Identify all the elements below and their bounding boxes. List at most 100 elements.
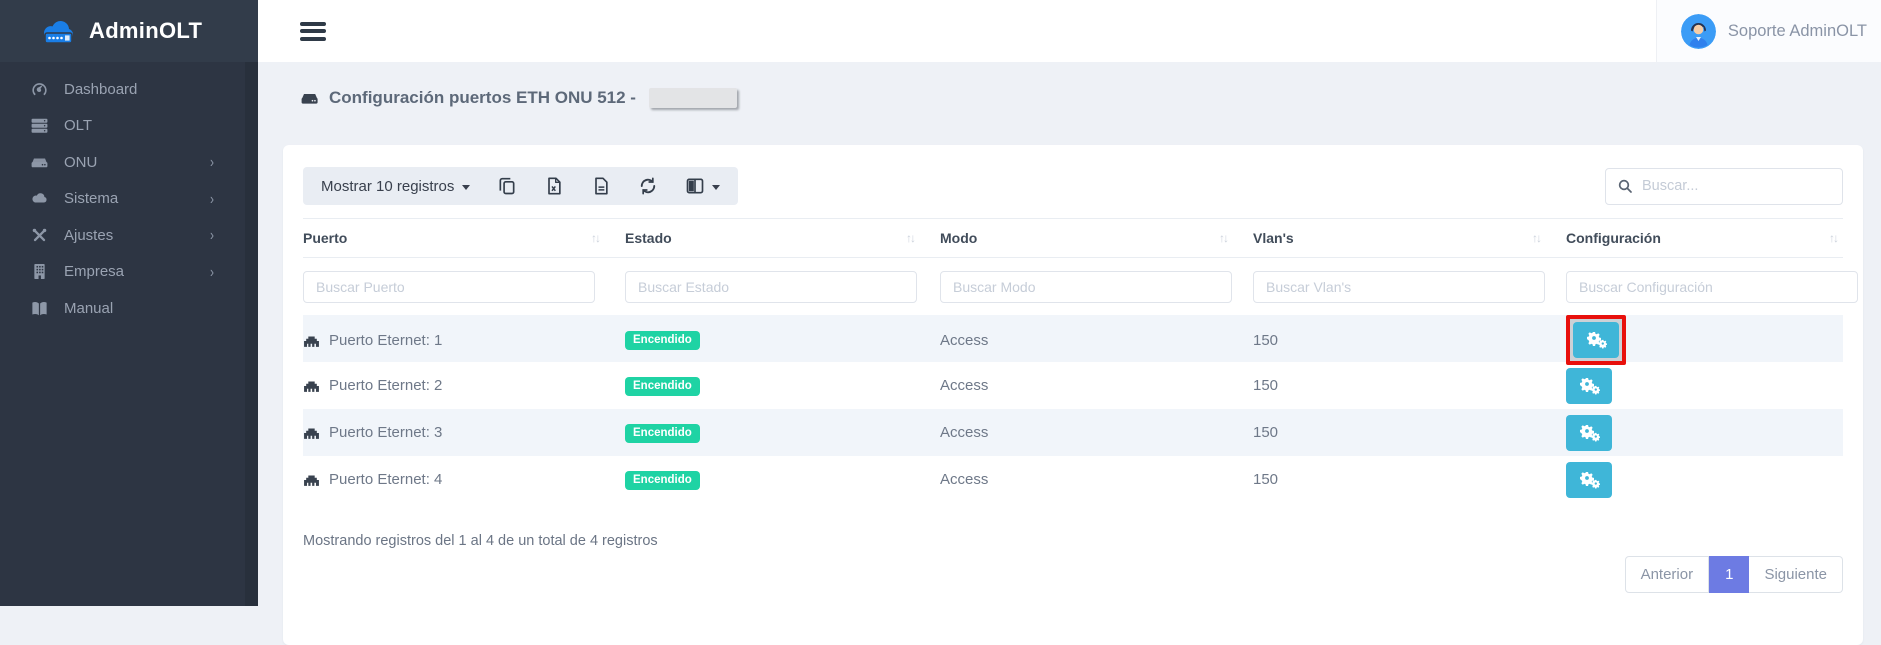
- configure-port-button[interactable]: [1566, 368, 1612, 404]
- mode-value: Access: [940, 377, 988, 394]
- configure-port-button[interactable]: [1573, 322, 1619, 358]
- sort-icon[interactable]: ↑↓: [1219, 231, 1227, 245]
- red-highlight-annotation: [1566, 315, 1626, 365]
- tools-icon: [30, 226, 49, 245]
- port-name: Puerto Eternet: 4: [329, 471, 442, 488]
- sidebar-item-manual[interactable]: Manual: [0, 290, 258, 327]
- sidebar: AdminOLT Dashboard OLT ONU › Sistema: [0, 0, 258, 606]
- table-row: Puerto Eternet: 3 Encendido Access 150: [303, 409, 1843, 456]
- vlan-value: 150: [1253, 377, 1278, 394]
- sidebar-toggle-button[interactable]: [300, 18, 326, 44]
- sidebar-item-label: Dashboard: [64, 81, 137, 98]
- pagination-previous-button[interactable]: Anterior: [1625, 556, 1710, 593]
- table-filter-row: [303, 258, 1843, 315]
- cogs-icon: [1578, 424, 1600, 442]
- copy-button[interactable]: [497, 176, 517, 196]
- chevron-down-icon: [712, 185, 720, 190]
- mode-value: Access: [940, 471, 988, 488]
- refresh-icon[interactable]: [638, 176, 658, 196]
- status-badge: Encendido: [625, 331, 700, 350]
- page-length-label: Mostrar 10 registros: [321, 178, 454, 195]
- port-name: Puerto Eternet: 2: [329, 377, 442, 394]
- ethernet-icon: [303, 425, 320, 440]
- sort-icon[interactable]: ↑↓: [591, 231, 599, 245]
- page-title: Configuración puertos ETH ONU 512 -: [300, 88, 1881, 108]
- mode-value: Access: [940, 424, 988, 441]
- ports-table: Puerto ↑↓ Estado ↑↓ Modo ↑↓ Vlan's ↑↓ Co…: [303, 218, 1843, 503]
- pagination: Anterior 1 Siguiente: [303, 556, 1843, 593]
- chevron-right-icon: ›: [210, 263, 214, 281]
- dashboard-icon: [30, 80, 49, 99]
- port-name: Puerto Eternet: 1: [329, 332, 442, 349]
- sort-icon[interactable]: ↑↓: [906, 231, 914, 245]
- cogs-icon: [1585, 331, 1607, 349]
- sidebar-item-sistema[interactable]: Sistema ›: [0, 181, 258, 218]
- filter-configuracion-input[interactable]: [1566, 271, 1858, 303]
- column-visibility-dropdown[interactable]: [685, 176, 720, 196]
- table-card: Mostrar 10 registros: [283, 145, 1863, 645]
- mode-value: Access: [940, 332, 988, 349]
- table-search: [1605, 168, 1843, 205]
- sidebar-item-label: ONU: [64, 154, 97, 171]
- user-menu[interactable]: Soporte AdminOLT: [1656, 0, 1881, 62]
- cloud-icon: [30, 189, 49, 208]
- sort-icon[interactable]: ↑↓: [1829, 231, 1837, 245]
- top-navbar: Soporte AdminOLT: [258, 0, 1881, 62]
- table-header-row: Puerto ↑↓ Estado ↑↓ Modo ↑↓ Vlan's ↑↓ Co…: [303, 218, 1843, 258]
- sidebar-item-label: Sistema: [64, 190, 118, 207]
- sidebar-item-onu[interactable]: ONU ›: [0, 144, 258, 181]
- sort-icon[interactable]: ↑↓: [1532, 231, 1540, 245]
- pagination-page-1-button[interactable]: 1: [1709, 556, 1749, 593]
- excel-export-button[interactable]: [544, 176, 564, 196]
- device-icon: [30, 153, 49, 172]
- device-icon: [300, 90, 320, 106]
- chevron-down-icon: [462, 185, 470, 190]
- vlan-value: 150: [1253, 332, 1278, 349]
- avatar: [1681, 14, 1716, 49]
- brand-logo[interactable]: AdminOLT: [0, 0, 258, 62]
- column-header-modo[interactable]: Modo ↑↓: [940, 230, 1253, 246]
- sidebar-item-empresa[interactable]: Empresa ›: [0, 254, 258, 291]
- status-badge: Encendido: [625, 424, 700, 443]
- datatable-toolbar: Mostrar 10 registros: [303, 167, 738, 205]
- filter-puerto-input[interactable]: [303, 271, 595, 303]
- column-header-puerto[interactable]: Puerto ↑↓: [303, 230, 625, 246]
- sidebar-item-label: Ajustes: [64, 227, 113, 244]
- sidebar-menu: Dashboard OLT ONU › Sistema › Aj: [0, 62, 258, 327]
- brand-name: AdminOLT: [89, 18, 202, 44]
- port-name: Puerto Eternet: 3: [329, 424, 442, 441]
- column-header-estado[interactable]: Estado ↑↓: [625, 230, 940, 246]
- vlan-value: 150: [1253, 424, 1278, 441]
- configure-port-button[interactable]: [1566, 415, 1612, 451]
- chevron-right-icon: ›: [210, 153, 214, 171]
- status-badge: Encendido: [625, 471, 700, 490]
- sidebar-scrollbar-track[interactable]: [245, 62, 258, 606]
- sidebar-item-ajustes[interactable]: Ajustes ›: [0, 217, 258, 254]
- cogs-icon: [1578, 471, 1600, 489]
- cogs-icon: [1578, 377, 1600, 395]
- building-icon: [30, 262, 49, 281]
- filter-vlans-input[interactable]: [1253, 271, 1545, 303]
- column-header-vlans[interactable]: Vlan's ↑↓: [1253, 230, 1566, 246]
- filter-estado-input[interactable]: [625, 271, 917, 303]
- page-length-dropdown[interactable]: Mostrar 10 registros: [321, 178, 470, 195]
- pagination-next-button[interactable]: Siguiente: [1749, 556, 1843, 593]
- configure-port-button[interactable]: [1566, 462, 1612, 498]
- document-export-button[interactable]: [591, 176, 611, 196]
- search-icon: [1617, 178, 1633, 194]
- ethernet-icon: [303, 333, 320, 348]
- sidebar-item-label: Manual: [64, 300, 113, 317]
- table-row: Puerto Eternet: 2 Encendido Access 150: [303, 362, 1843, 409]
- cloud-switch-logo-icon: [36, 16, 80, 46]
- column-header-configuracion[interactable]: Configuración ↑↓: [1566, 230, 1843, 246]
- sidebar-item-dashboard[interactable]: Dashboard: [0, 71, 258, 108]
- ethernet-icon: [303, 472, 320, 487]
- ethernet-icon: [303, 378, 320, 393]
- search-input[interactable]: [1642, 178, 1831, 194]
- redacted-box: [649, 88, 737, 108]
- sidebar-item-olt[interactable]: OLT: [0, 108, 258, 145]
- columns-icon: [685, 176, 705, 196]
- chevron-right-icon: ›: [210, 190, 214, 208]
- user-name: Soporte AdminOLT: [1728, 22, 1867, 41]
- filter-modo-input[interactable]: [940, 271, 1232, 303]
